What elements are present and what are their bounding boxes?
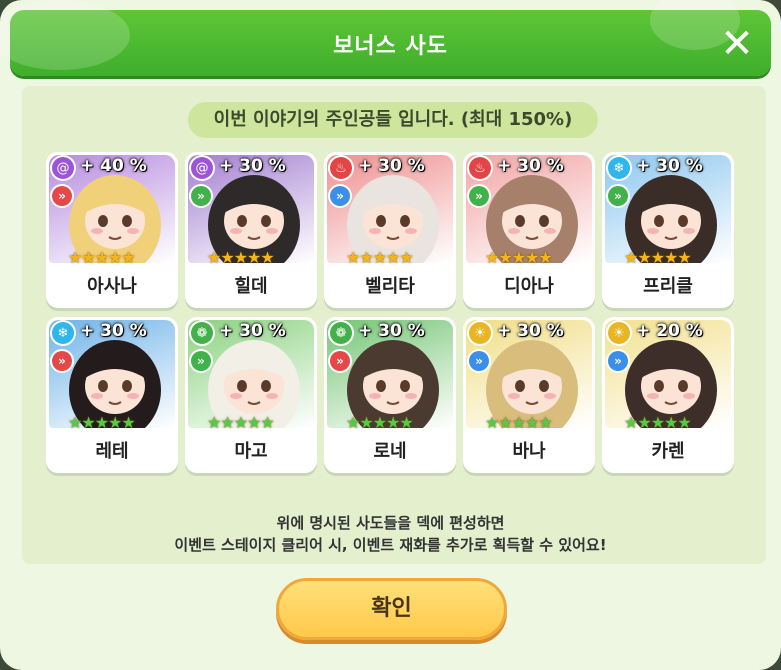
leaf-icon: ❁ — [191, 322, 213, 344]
star-rating: ★★★★★ — [624, 413, 692, 432]
character-card[interactable]: ❄ » + 30 % ★★★★★ 레테 — [46, 317, 178, 473]
swirl-icon: @ — [191, 157, 213, 179]
star-rating: ★★★★★ — [485, 248, 553, 267]
confirm-button[interactable]: 확인 — [276, 578, 507, 640]
character-name: 프리클 — [643, 276, 693, 297]
star-rating: ★★★★★ — [624, 248, 692, 267]
bonus-percent: + 20 % — [636, 321, 703, 341]
bonus-apostle-dialog: 보너스 사도 ✕ 이번 이야기의 주인공들 입니다. (최대 150%) @ » +… — [0, 0, 781, 670]
class-chevron-icon: » — [330, 351, 350, 371]
snow-icon: ❄ — [608, 157, 630, 179]
leaf-icon: ❁ — [330, 322, 352, 344]
close-button[interactable]: ✕ — [717, 24, 757, 64]
bonus-percent: + 30 % — [219, 321, 286, 341]
class-chevron-icon: » — [330, 186, 350, 206]
bonus-percent: + 30 % — [497, 321, 564, 341]
star-rating: ★★★★★ — [346, 248, 414, 267]
character-card[interactable]: ♨ » + 30 % ★★★★★ 디아나 — [463, 152, 595, 308]
character-card[interactable]: @ » + 30 % ★★★★★ 힐데 — [185, 152, 317, 308]
dialog-titlebar: 보너스 사도 ✕ — [0, 0, 771, 76]
class-chevron-icon: » — [469, 186, 489, 206]
character-card[interactable]: ☀ » + 30 % ★★★★★ 바나 — [463, 317, 595, 473]
character-card[interactable]: ❄ » + 30 % ★★★★★ 프리클 — [602, 152, 734, 308]
header-caption: 이번 이야기의 주인공들 입니다. (최대 150%) — [188, 102, 598, 138]
character-name: 디아나 — [504, 276, 554, 297]
character-name: 벨리타 — [365, 276, 415, 297]
character-name: 아사나 — [87, 276, 137, 297]
star-rating: ★★★★★ — [68, 248, 136, 267]
character-card[interactable]: ❁ » + 30 % ★★★★★ 마고 — [185, 317, 317, 473]
character-name: 마고 — [234, 441, 268, 462]
character-name: 카렌 — [651, 441, 685, 462]
class-chevron-icon: » — [191, 351, 211, 371]
character-name: 레테 — [95, 441, 129, 462]
class-chevron-icon: » — [608, 186, 628, 206]
dialog-title: 보너스 사도 — [333, 34, 448, 59]
swirl-icon: @ — [52, 157, 74, 179]
character-name: 로네 — [373, 441, 407, 462]
character-card[interactable]: ❁ » + 30 % ★★★★★ 로네 — [324, 317, 456, 473]
character-name: 힐데 — [234, 276, 268, 297]
class-chevron-icon: » — [191, 186, 211, 206]
star-rating: ★★★★★ — [346, 413, 414, 432]
sun-icon: ☀ — [469, 322, 491, 344]
star-rating: ★★★★★ — [68, 413, 136, 432]
character-card[interactable]: @ » + 40 % ★★★★★ 아사나 — [46, 152, 178, 308]
class-chevron-icon: » — [52, 351, 72, 371]
footer-line-1: 위에 명시된 사도들을 덱에 편성하면 — [276, 514, 505, 532]
class-chevron-icon: » — [52, 186, 72, 206]
character-card[interactable]: ♨ » + 30 % ★★★★★ 벨리타 — [324, 152, 456, 308]
bonus-percent: + 30 % — [636, 156, 703, 176]
bonus-percent: + 30 % — [358, 156, 425, 176]
bonus-percent: + 30 % — [497, 156, 564, 176]
footer-line-2: 이벤트 스테이지 클리어 시, 이벤트 재화를 추가로 획득할 수 있어요! — [174, 536, 607, 554]
star-rating: ★★★★★ — [207, 248, 275, 267]
bonus-percent: + 30 % — [358, 321, 425, 341]
star-rating: ★★★★★ — [207, 413, 275, 432]
bonus-percent: + 30 % — [219, 156, 286, 176]
fire-icon: ♨ — [469, 157, 491, 179]
character-card[interactable]: ☀ » + 20 % ★★★★★ 카렌 — [602, 317, 734, 473]
bonus-percent: + 30 % — [80, 321, 147, 341]
footer-description: 위에 명시된 사도들을 덱에 편성하면 이벤트 스테이지 클리어 시, 이벤트 … — [0, 512, 781, 556]
character-grid: @ » + 40 % ★★★★★ 아사나 @ » + 30 % ★★★★★ 힐데 ♨ » + 30 % ★… — [46, 152, 734, 473]
bonus-percent: + 40 % — [80, 156, 147, 176]
snow-icon: ❄ — [52, 322, 74, 344]
sun-icon: ☀ — [608, 322, 630, 344]
star-rating: ★★★★★ — [485, 413, 553, 432]
character-name: 바나 — [512, 441, 546, 462]
class-chevron-icon: » — [469, 351, 489, 371]
fire-icon: ♨ — [330, 157, 352, 179]
class-chevron-icon: » — [608, 351, 628, 371]
